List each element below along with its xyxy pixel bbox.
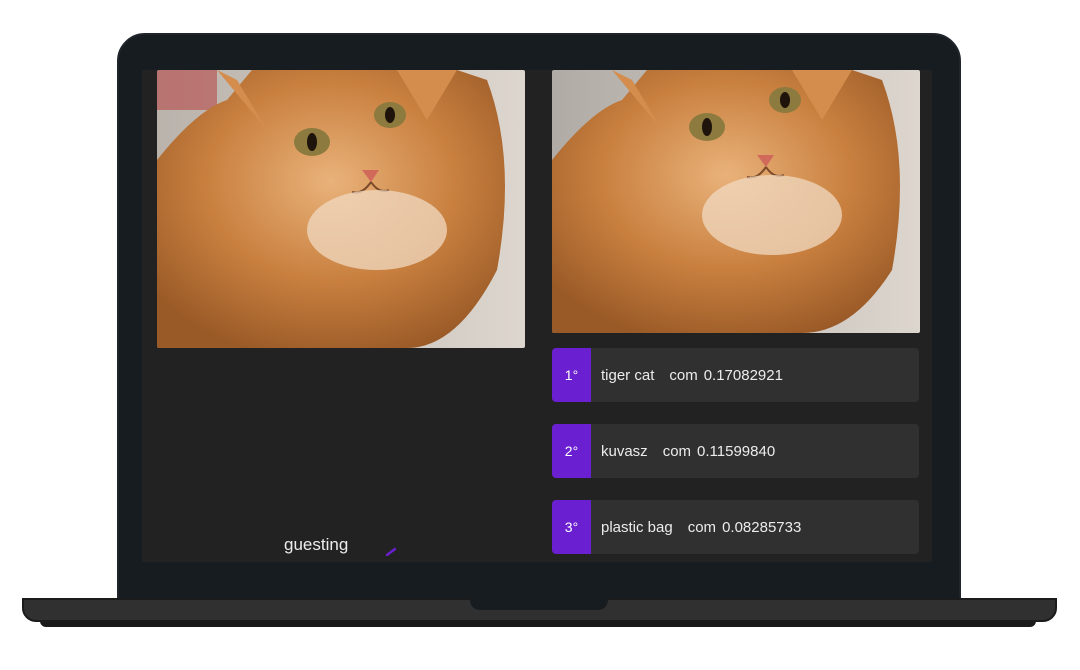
prediction-connector: com xyxy=(669,366,698,384)
prediction-label: tiger cat xyxy=(601,366,655,384)
loading-spinner-icon xyxy=(386,547,396,556)
app-screen: 1° tiger cat com 0.17082921 2° kuvasz co… xyxy=(142,70,932,562)
status-text: guesting xyxy=(284,535,349,554)
prediction-score: 0.08285733 xyxy=(722,518,802,536)
prediction-row: 3° plastic bag com 0.08285733 xyxy=(552,500,919,554)
laptop-mockup: 1° tiger cat com 0.17082921 2° kuvasz co… xyxy=(0,0,1080,670)
prediction-connector: com xyxy=(687,518,717,536)
prediction-connector: com xyxy=(662,442,692,460)
prediction-row: 1° tiger cat com 0.17082921 xyxy=(552,348,919,402)
rank-badge: 3° xyxy=(552,500,591,554)
rank-badge: 1° xyxy=(552,348,591,402)
input-cat-image xyxy=(157,70,525,348)
preview-cat-image xyxy=(552,70,920,333)
prediction-score: 0.17082921 xyxy=(703,366,783,384)
prediction-label: kuvasz xyxy=(601,442,648,460)
laptop-notch xyxy=(470,598,608,610)
rank-badge: 2° xyxy=(552,424,591,478)
prediction-score: 0.11599840 xyxy=(697,442,776,460)
prediction-label: plastic bag xyxy=(601,518,673,536)
prediction-row: 2° kuvasz com 0.11599840 xyxy=(552,424,919,478)
